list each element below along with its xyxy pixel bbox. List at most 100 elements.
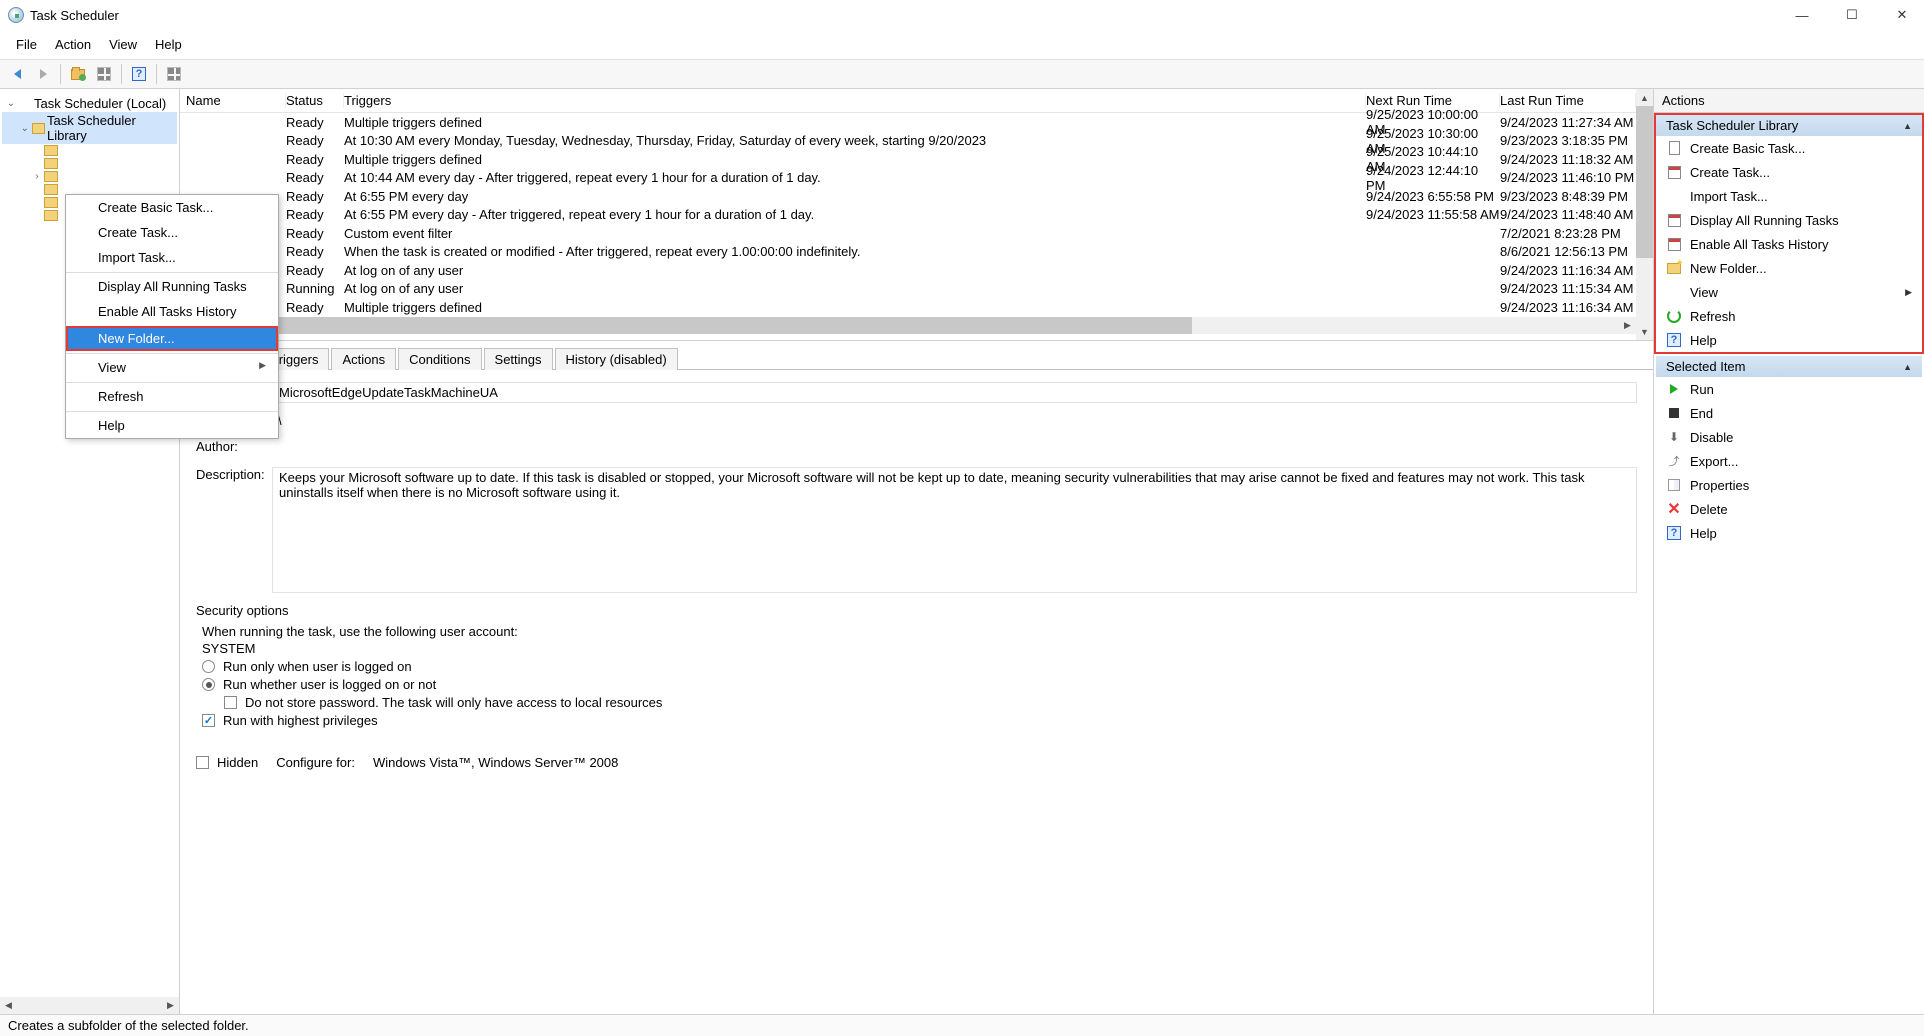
selected-item-label: Selected Item (1666, 359, 1746, 374)
col-status[interactable]: Status (286, 93, 344, 108)
action-run[interactable]: Run (1656, 377, 1922, 401)
action-label: Export... (1690, 454, 1738, 469)
action-properties[interactable]: Properties (1656, 473, 1922, 497)
cell-last-run: 9/24/2023 11:46:10 PM (1500, 170, 1636, 185)
configure-for-select[interactable]: Windows Vista™, Windows Server™ 2008 (373, 755, 1637, 770)
actions-selected-title[interactable]: Selected Item▲ (1656, 356, 1922, 377)
col-next-run[interactable]: Next Run Time (1366, 93, 1500, 108)
task-row[interactable]: ReadyAt 6:55 PM every day - After trigge… (180, 206, 1636, 225)
tab-actions[interactable]: Actions (331, 348, 396, 370)
menu-action[interactable]: Action (47, 34, 99, 55)
scroll-right-icon[interactable]: ▶ (1619, 317, 1636, 334)
action-create-basic-task[interactable]: Create Basic Task... (1656, 136, 1922, 160)
action-label: Help (1690, 333, 1717, 348)
close-button[interactable]: ✕ (1892, 5, 1912, 25)
radio-run-logged-on[interactable]: Run only when user is logged on (202, 659, 1637, 674)
ctx-new-folder[interactable]: New Folder... (66, 326, 278, 351)
action-help[interactable]: ?Help (1656, 328, 1922, 352)
col-name[interactable]: Name (186, 93, 286, 108)
cell-trigger: At 10:44 AM every day - After triggered,… (344, 170, 1366, 185)
tree-library[interactable]: ⌄ Task Scheduler Library (2, 112, 177, 144)
check-hidden[interactable]: Hidden (196, 755, 258, 770)
action-delete[interactable]: ✕Delete (1656, 497, 1922, 521)
ctx-enable-history[interactable]: Enable All Tasks History (66, 299, 278, 324)
tree-root[interactable]: ⌄ Task Scheduler (Local) (2, 95, 177, 112)
task-row[interactable]: RunningAt log on of any user9/24/2023 11… (180, 280, 1636, 299)
task-row[interactable]: ReadyCustom event filter7/2/2021 8:23:28… (180, 224, 1636, 243)
tb-folder-button[interactable] (67, 63, 89, 85)
action-help-2[interactable]: ?Help (1656, 521, 1922, 545)
tree-subfolder[interactable]: › (2, 170, 177, 183)
menu-file[interactable]: File (8, 34, 45, 55)
ctx-display-running[interactable]: Display All Running Tasks (66, 272, 278, 299)
back-button[interactable] (6, 63, 28, 85)
scrollbar-thumb[interactable] (1636, 106, 1653, 258)
expand-icon[interactable]: ⌄ (20, 123, 30, 134)
maximize-button[interactable]: ☐ (1842, 5, 1862, 25)
action-create-task[interactable]: Create Task... (1656, 160, 1922, 184)
cell-trigger: When the task is created or modified - A… (344, 244, 1366, 259)
actions-library-label: Task Scheduler Library (1666, 118, 1798, 133)
action-new-folder[interactable]: New Folder... (1656, 256, 1922, 280)
ctx-refresh[interactable]: Refresh (66, 382, 278, 409)
task-row[interactable]: ReadyAt log on of any user9/24/2023 11:1… (180, 261, 1636, 280)
tree-scrollbar-horizontal[interactable]: ◀ ▶ (0, 997, 179, 1014)
action-enable-history[interactable]: Enable All Tasks History (1656, 232, 1922, 256)
tree-subfolder[interactable] (2, 157, 177, 170)
expand-icon[interactable]: › (32, 171, 42, 182)
tab-history[interactable]: History (disabled) (555, 348, 678, 370)
tb-help-button[interactable]: ? (128, 63, 150, 85)
action-end[interactable]: End (1656, 401, 1922, 425)
tree-subfolder[interactable] (2, 144, 177, 157)
scroll-down-icon[interactable]: ▼ (1636, 323, 1653, 340)
minimize-button[interactable]: — (1792, 5, 1812, 25)
action-disable[interactable]: ⬇Disable (1656, 425, 1922, 449)
action-import-task[interactable]: Import Task... (1656, 184, 1922, 208)
menu-view[interactable]: View (101, 34, 145, 55)
check-no-password[interactable]: Do not store password. The task will onl… (224, 695, 1637, 710)
col-triggers[interactable]: Triggers (344, 93, 1366, 108)
grid-icon (97, 67, 111, 81)
action-refresh[interactable]: Refresh (1656, 304, 1922, 328)
col-last-run[interactable]: Last Run Time (1500, 93, 1636, 108)
tasklist-scrollbar-horizontal[interactable]: ◀ ▶ (180, 317, 1636, 334)
radio-run-whether[interactable]: Run whether user is logged on or not (202, 677, 1637, 692)
task-row[interactable]: ReadyMultiple triggers defined9/24/2023 … (180, 298, 1636, 317)
tasklist-scrollbar-vertical[interactable]: ▲ ▼ (1636, 89, 1653, 340)
scroll-right-icon[interactable]: ▶ (162, 997, 179, 1014)
scroll-left-icon[interactable]: ◀ (0, 997, 17, 1014)
name-field[interactable]: MicrosoftEdgeUpdateTaskMachineUA (272, 382, 1637, 403)
action-display-running[interactable]: Display All Running Tasks (1656, 208, 1922, 232)
menu-help[interactable]: Help (147, 34, 190, 55)
ctx-create-task[interactable]: Create Task... (66, 220, 278, 245)
tab-conditions[interactable]: Conditions (398, 348, 481, 370)
action-export[interactable]: ⤴Export... (1656, 449, 1922, 473)
task-row[interactable]: ReadyWhen the task is created or modifie… (180, 243, 1636, 262)
actions-library-title[interactable]: Task Scheduler Library▲ (1656, 115, 1922, 136)
forward-button[interactable] (32, 63, 54, 85)
scroll-up-icon[interactable]: ▲ (1636, 89, 1653, 106)
task-row[interactable]: ReadyAt 6:55 PM every day9/24/2023 6:55:… (180, 187, 1636, 206)
description-field[interactable]: Keeps your Microsoft software up to date… (272, 467, 1637, 593)
cell-trigger: At 6:55 PM every day - After triggered, … (344, 207, 1366, 222)
folder-icon (44, 184, 58, 195)
ctx-help[interactable]: Help (66, 411, 278, 438)
ctx-view[interactable]: View▶ (66, 353, 278, 380)
status-bar: Creates a subfolder of the selected fold… (0, 1014, 1924, 1036)
ctx-import-task[interactable]: Import Task... (66, 245, 278, 270)
security-caption: When running the task, use the following… (202, 624, 1637, 639)
ctx-create-basic-task[interactable]: Create Basic Task... (66, 195, 278, 220)
tb-grid-button[interactable] (93, 63, 115, 85)
window-title: Task Scheduler (30, 8, 1792, 23)
tab-settings[interactable]: Settings (484, 348, 553, 370)
scrollbar-thumb[interactable] (197, 317, 1192, 334)
tb-pane-button[interactable] (163, 63, 185, 85)
task-row[interactable]: ReadyAt 10:44 AM every day - After trigg… (180, 169, 1636, 188)
cell-last-run: 8/6/2021 12:56:13 PM (1500, 244, 1636, 259)
actions-panel: Actions Task Scheduler Library▲ Create B… (1654, 89, 1924, 1014)
check-highest-priv[interactable]: Run with highest privileges (202, 713, 1637, 728)
action-view[interactable]: View▶ (1656, 280, 1922, 304)
expand-icon[interactable]: ⌄ (6, 98, 16, 109)
location-field: \ (272, 411, 1637, 431)
separator (60, 64, 61, 84)
